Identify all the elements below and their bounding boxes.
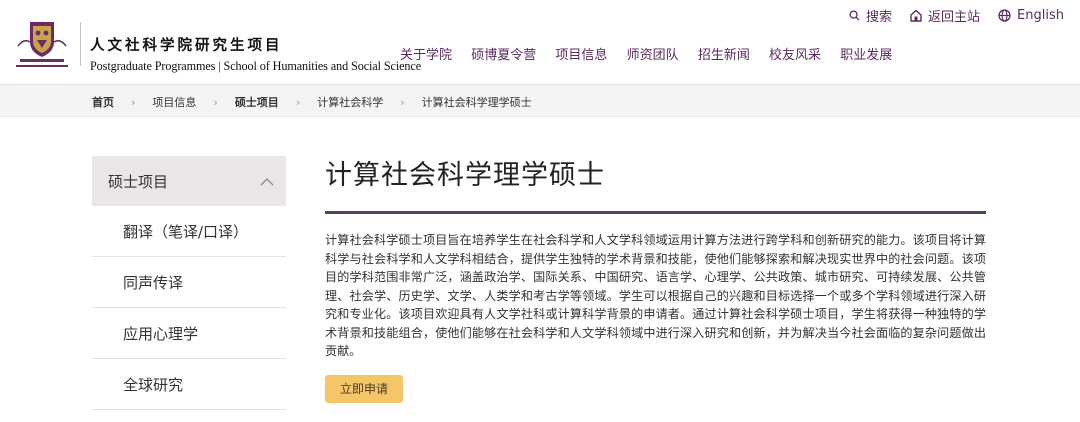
school-title[interactable]: 人文社科学院研究生项目 Postgraduate Programmes | Sc… — [90, 34, 421, 74]
programme-description: 计算社会科学硕士项目旨在培养学生在社会科学和人文学科领域运用计算方法进行跨学科和… — [325, 233, 986, 358]
sidebar-section-masters[interactable]: 硕士项目 — [92, 156, 286, 206]
breadcrumb-programmes[interactable]: 项目信息 — [152, 94, 196, 110]
nav-career[interactable]: 职业发展 — [831, 44, 902, 63]
utility-links: 搜索 返回主站 English — [849, 6, 1064, 25]
sidebar: 硕士项目 翻译（笔译/口译） 同声传译 应用心理学 全球研究 — [92, 156, 286, 410]
school-title-en: Postgraduate Programmes | School of Huma… — [90, 59, 422, 73]
home-icon — [910, 9, 922, 22]
sidebar-item-translation[interactable]: 翻译（笔译/口译） — [92, 206, 286, 257]
page-title: 计算社会科学理学硕士 — [325, 160, 605, 191]
language-link[interactable]: English — [998, 8, 1064, 23]
main-content: 计算社会科学理学硕士 计算社会科学硕士项目旨在培养学生在社会科学和人文学科领域运… — [325, 156, 986, 403]
globe-icon — [998, 9, 1011, 22]
chevron-right-icon: › — [400, 95, 405, 109]
main-nav: 关于学院 硕博夏令营 项目信息 师资团队 招生新闻 校友风采 职业发展 — [400, 44, 902, 63]
sidebar-section-label: 硕士项目 — [108, 172, 169, 191]
chevron-right-icon: › — [213, 95, 218, 109]
breadcrumb: 首页 › 项目信息 › 硕士项目 › 计算社会科学 › 计算社会科学理学硕士 — [92, 94, 532, 110]
sidebar-item-interpreting[interactable]: 同声传译 — [92, 257, 286, 308]
school-title-cn: 人文社科学院研究生项目 — [90, 37, 283, 54]
breadcrumb-home[interactable]: 首页 — [92, 94, 114, 110]
search-link[interactable]: 搜索 — [849, 6, 892, 25]
home-link-label: 返回主站 — [928, 10, 981, 25]
nav-admission-news[interactable]: 招生新闻 — [688, 44, 759, 63]
search-link-label: 搜索 — [866, 10, 893, 25]
chevron-right-icon: › — [131, 95, 136, 109]
sidebar-item-global-studies[interactable]: 全球研究 — [92, 359, 286, 410]
nav-about[interactable]: 关于学院 — [400, 44, 462, 63]
title-divider — [325, 211, 986, 214]
chevron-right-icon: › — [295, 95, 301, 109]
nav-alumni[interactable]: 校友风采 — [759, 44, 830, 63]
university-logo[interactable] — [14, 20, 70, 70]
apply-now-button[interactable]: 立即申请 — [325, 374, 403, 403]
site-header: 人文社科学院研究生项目 Postgraduate Programmes | Sc… — [0, 0, 1080, 85]
breadcrumb-css[interactable]: 计算社会科学 — [317, 94, 383, 110]
nav-programmes[interactable]: 项目信息 — [546, 44, 617, 63]
search-icon — [849, 10, 860, 21]
home-link[interactable]: 返回主站 — [910, 6, 980, 25]
breadcrumb-bar: 首页 › 项目信息 › 硕士项目 › 计算社会科学 › 计算社会科学理学硕士 — [0, 85, 1080, 117]
sidebar-item-psychology[interactable]: 应用心理学 — [92, 308, 286, 359]
breadcrumb-masters[interactable]: 硕士项目 — [235, 94, 279, 110]
nav-summer-camp[interactable]: 硕博夏令营 — [462, 44, 546, 63]
language-link-label: English — [1017, 8, 1064, 23]
nav-faculty[interactable]: 师资团队 — [617, 44, 688, 63]
breadcrumb-current: 计算社会科学理学硕士 — [421, 96, 532, 109]
chevron-up-icon — [260, 172, 274, 190]
logo-divider — [80, 22, 81, 66]
